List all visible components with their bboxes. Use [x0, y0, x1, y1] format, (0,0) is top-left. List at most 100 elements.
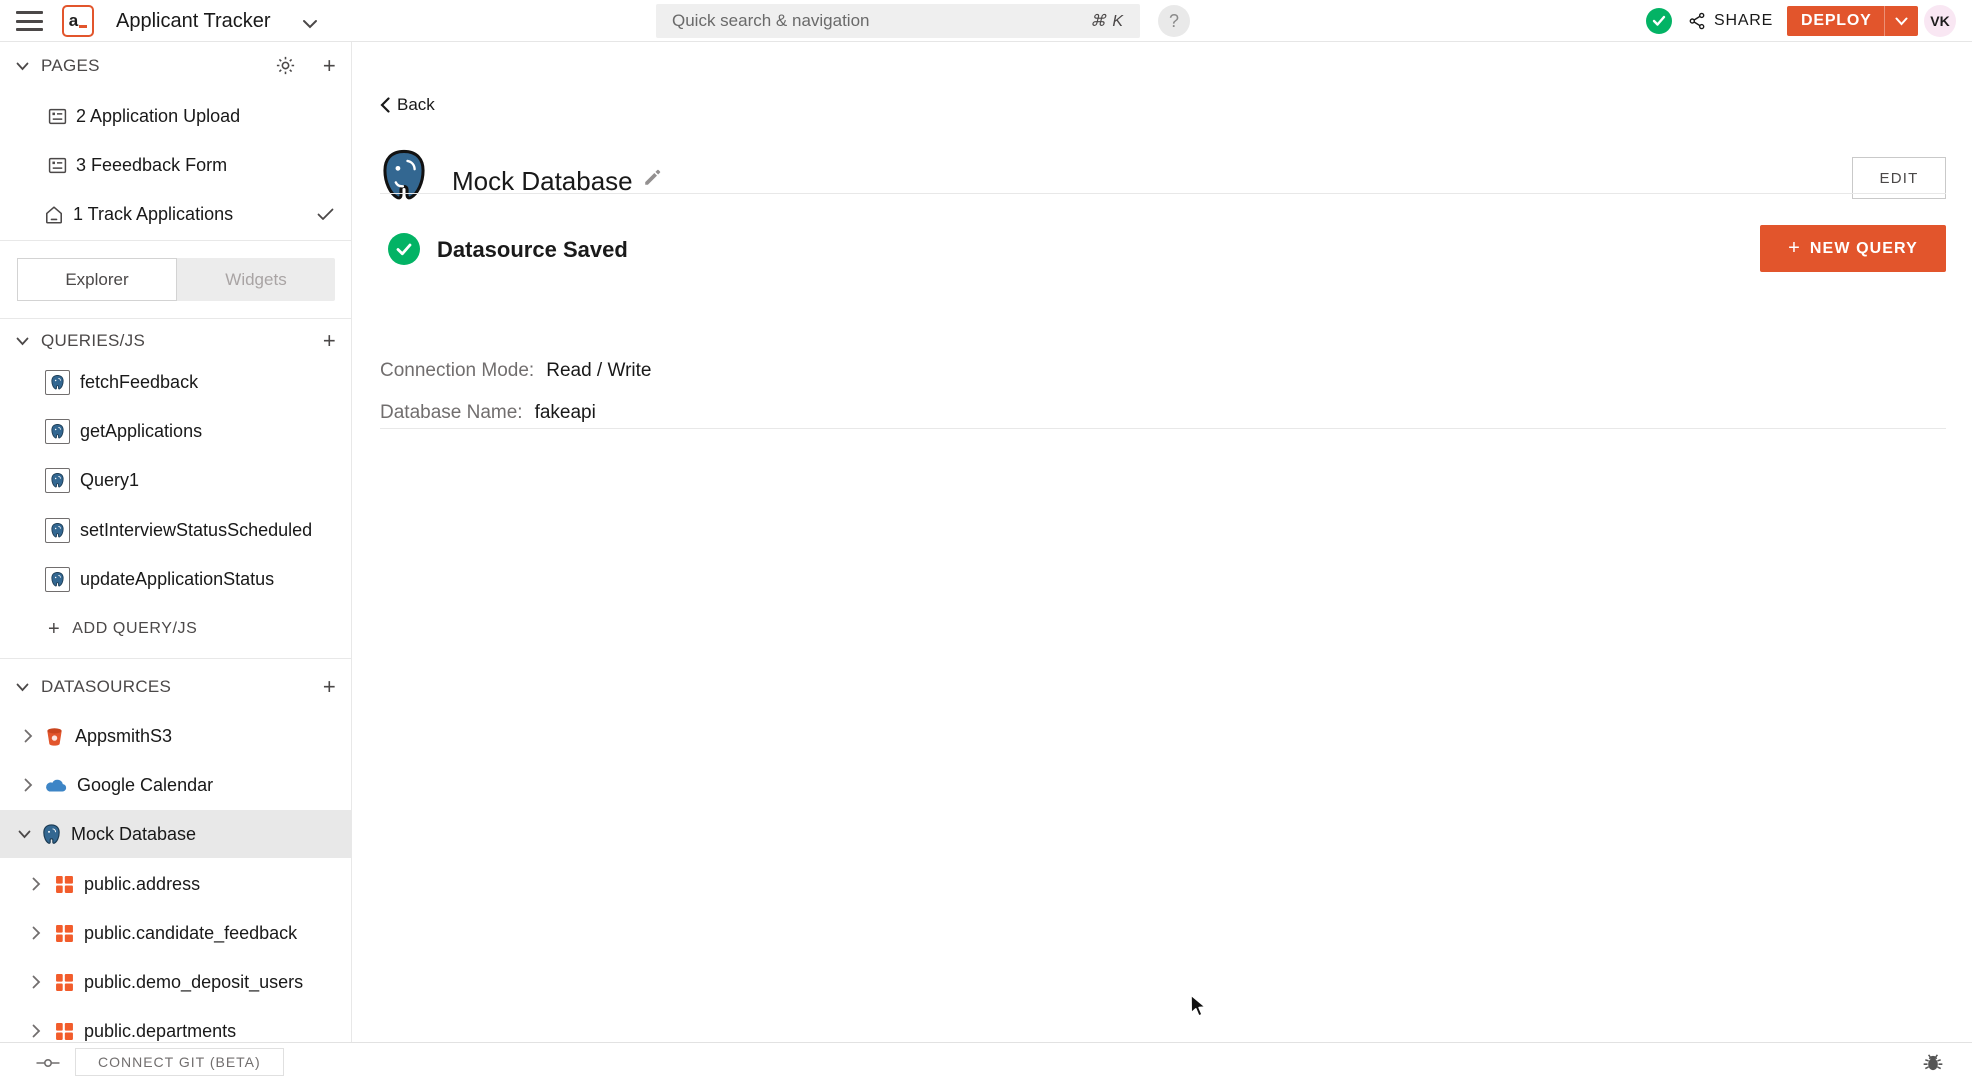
chevron-down-icon[interactable] — [14, 62, 30, 71]
appsmith-logo: a — [62, 5, 94, 37]
question-icon: ? — [1168, 10, 1179, 31]
datasource-status-text: Datasource Saved — [437, 237, 628, 262]
postgres-icon — [45, 370, 70, 395]
avatar-initials: VK — [1930, 13, 1950, 29]
share-button[interactable]: SHARE — [1688, 0, 1773, 42]
sidebar-item-datasource-google-calendar[interactable]: Google Calendar — [0, 761, 351, 809]
chevron-down-icon[interactable] — [14, 683, 30, 692]
database-name-field: Database Name: fakeapi — [380, 402, 596, 424]
chevron-right-icon[interactable] — [20, 778, 36, 792]
sidebar-item-query-updateapplicationstatus[interactable]: updateApplicationStatus — [0, 555, 351, 604]
app-title: Applicant Tracker — [116, 9, 271, 32]
user-avatar[interactable]: VK — [1924, 5, 1956, 37]
hamburger-menu-icon[interactable] — [16, 11, 43, 31]
field-label: Connection Mode: — [380, 360, 535, 381]
query-label: getApplications — [80, 421, 203, 441]
sidebar-item-datasource-appsmiths3[interactable]: AppsmithS3 — [0, 712, 351, 760]
query-label: setInterviewStatusScheduled — [80, 520, 313, 540]
new-query-button[interactable]: + NEW QUERY — [1760, 225, 1946, 272]
search-shortcut-hint: ⌘ K — [1089, 13, 1124, 30]
table-label: public.departments — [84, 1020, 237, 1041]
add-datasource-button[interactable]: + — [323, 676, 336, 698]
top-bar: a Applicant Tracker ⌘ K ? SHARE DEPLOY — [0, 0, 1972, 42]
entity-explorer-sidebar: PAGES + 2 Application Upload 3 Feeedback… — [0, 42, 352, 1042]
table-label: public.candidate_feedback — [84, 922, 298, 943]
deploy-button[interactable]: DEPLOY — [1787, 6, 1918, 36]
page-label: 3 Feeedback Form — [76, 155, 228, 175]
app-title-chevron-down-icon[interactable] — [302, 16, 318, 34]
field-label: Database Name: — [380, 402, 523, 423]
pages-header-label: PAGES — [41, 56, 100, 75]
add-query-plus-button[interactable]: + — [323, 330, 336, 352]
home-icon — [44, 205, 64, 225]
pages-settings-gear-icon[interactable] — [275, 55, 296, 81]
sidebar-item-table-public-address[interactable]: public.address — [0, 860, 351, 908]
datasources-section-header[interactable]: DATASOURCES + — [0, 663, 351, 711]
chevron-right-icon[interactable] — [20, 729, 36, 743]
chevron-right-icon[interactable] — [28, 975, 44, 989]
chevron-down-icon[interactable] — [16, 830, 32, 839]
quick-search-bar[interactable]: ⌘ K — [656, 4, 1140, 38]
page-label: 2 Application Upload — [76, 106, 241, 126]
add-query-js-button[interactable]: + ADD QUERY/JS — [0, 604, 351, 653]
pages-section-header[interactable]: PAGES + — [0, 42, 351, 90]
add-query-js-label: ADD QUERY/JS — [72, 619, 198, 637]
tab-explorer[interactable]: Explorer — [17, 258, 177, 301]
datasource-saved-check-icon — [388, 233, 420, 265]
back-label: Back — [397, 95, 435, 114]
page-icon — [48, 107, 67, 126]
sidebar-tab-switcher: Explorer Widgets — [17, 258, 335, 301]
sidebar-item-table-public-candidate-feedback[interactable]: public.candidate_feedback — [0, 909, 351, 957]
queries-section-header[interactable]: QUERIES/JS + — [0, 320, 351, 362]
help-button[interactable]: ? — [1158, 5, 1190, 37]
connect-git-button[interactable]: CONNECT GIT (BETA) — [75, 1048, 284, 1076]
add-page-button[interactable]: + — [323, 55, 336, 77]
share-icon — [1689, 12, 1705, 30]
tab-widgets[interactable]: Widgets — [177, 258, 335, 301]
query-label: fetchFeedback — [80, 372, 199, 392]
sidebar-item-table-public-departments[interactable]: public.departments — [0, 1007, 351, 1042]
divider — [380, 193, 1946, 194]
table-icon — [55, 875, 74, 894]
datasource-label: AppsmithS3 — [75, 725, 173, 746]
logo-underscore — [79, 24, 88, 28]
current-page-check-icon — [317, 208, 334, 221]
postgres-icon — [45, 419, 70, 444]
sidebar-item-query-fetchfeedback[interactable]: fetchFeedback — [0, 358, 351, 407]
sidebar-item-page-application-upload[interactable]: 2 Application Upload — [0, 92, 351, 141]
sidebar-item-query-setinterviewstatusscheduled[interactable]: setInterviewStatusScheduled — [0, 506, 351, 555]
divider — [0, 658, 351, 659]
datasource-label: Google Calendar — [77, 774, 214, 795]
query-label: updateApplicationStatus — [80, 569, 275, 589]
postgres-icon — [45, 518, 70, 543]
datasource-detail-panel: Back Mock Database EDIT Datasource Saved… — [353, 42, 1972, 1042]
chevron-down-icon[interactable] — [14, 337, 30, 346]
debug-bug-icon[interactable] — [1922, 1051, 1944, 1078]
sidebar-item-page-track-applications[interactable]: 1 Track Applications — [0, 190, 351, 239]
deploy-chevron-down-icon[interactable] — [1885, 17, 1918, 26]
share-label: SHARE — [1714, 12, 1774, 29]
search-input[interactable] — [672, 11, 1090, 31]
sidebar-item-query-query1[interactable]: Query1 — [0, 456, 351, 505]
chevron-right-icon[interactable] — [28, 1024, 44, 1038]
postgres-icon — [40, 823, 63, 846]
sidebar-item-query-getapplications[interactable]: getApplications — [0, 407, 351, 456]
sidebar-item-table-public-demo-deposit-users[interactable]: public.demo_deposit_users — [0, 958, 351, 1006]
sidebar-item-page-feedback-form[interactable]: 3 Feeedback Form — [0, 141, 351, 190]
new-query-label: NEW QUERY — [1809, 239, 1918, 257]
datasources-header-label: DATASOURCES — [41, 677, 172, 696]
connection-mode-field: Connection Mode: Read / Write — [380, 360, 651, 382]
edit-name-pencil-icon[interactable] — [643, 167, 663, 192]
back-button[interactable]: Back — [380, 95, 435, 115]
chevron-left-icon — [380, 97, 390, 113]
divider — [0, 318, 351, 319]
plus-icon: + — [48, 617, 61, 640]
page-label: 1 Track Applications — [73, 204, 234, 224]
queries-header-label: QUERIES/JS — [41, 331, 146, 350]
chevron-right-icon[interactable] — [28, 926, 44, 940]
app-window: a Applicant Tracker ⌘ K ? SHARE DEPLOY — [0, 0, 1972, 1080]
divider — [0, 240, 351, 241]
chevron-right-icon[interactable] — [28, 877, 44, 891]
sidebar-item-datasource-mock-database[interactable]: Mock Database — [0, 810, 351, 858]
postgres-icon — [45, 468, 70, 493]
